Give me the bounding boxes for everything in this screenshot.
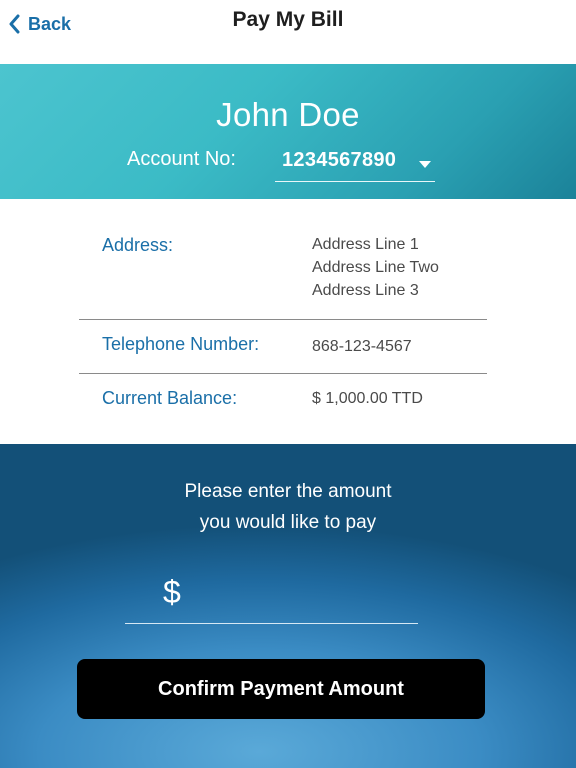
current-balance-label: Current Balance: [102, 388, 238, 408]
current-balance-value: $ 1,000.00 TTD [312, 390, 423, 407]
address-label: Address: [102, 235, 174, 255]
address-line-2: Address Line Two [312, 259, 439, 276]
account-number-value: 1234567890 [282, 149, 397, 171]
account-header: John Doe Account No: 1234567890 [0, 64, 576, 199]
payment-section: Please enter the amount you would like t… [0, 444, 576, 768]
confirm-payment-button[interactable]: Confirm Payment Amount [77, 659, 485, 719]
currency-symbol: $ [163, 574, 181, 610]
payment-prompt-line-2: you would like to pay [199, 512, 377, 533]
address-line-3: Address Line 3 [312, 282, 419, 299]
divider [79, 319, 487, 320]
page-title: Pay My Bill [232, 8, 344, 31]
account-details: Address: Address Line 1 Address Line Two… [0, 199, 576, 444]
payment-prompt-line-1: Please enter the amount [184, 481, 392, 502]
caret-down-icon [418, 156, 432, 174]
address-value: Address Line 1 Address Line Two Address … [312, 233, 439, 302]
navigation-bar: Back Pay My Bill [0, 0, 576, 64]
amount-input[interactable] [195, 580, 405, 616]
account-number-label: Account No: [127, 148, 236, 170]
account-number-dropdown[interactable]: 1234567890 [275, 144, 435, 182]
amount-field: $ [125, 572, 418, 624]
telephone-value: 868-123-4567 [312, 338, 412, 355]
payment-prompt: Please enter the amount you would like t… [0, 476, 576, 538]
address-line-1: Address Line 1 [312, 236, 419, 253]
telephone-label: Telephone Number: [102, 334, 260, 354]
customer-name: John Doe [216, 96, 360, 133]
divider [79, 373, 487, 374]
